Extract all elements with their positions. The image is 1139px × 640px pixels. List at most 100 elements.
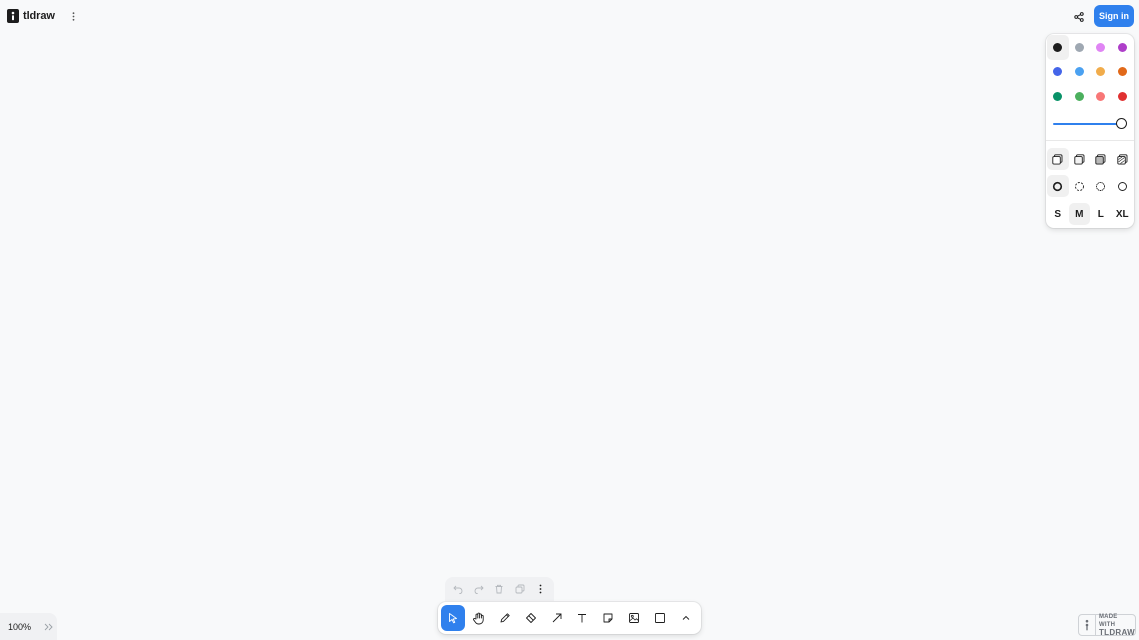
drawing-canvas[interactable]: [0, 0, 1139, 640]
color-swatch-violet[interactable]: [1112, 35, 1134, 60]
tool-draw[interactable]: [493, 605, 517, 631]
color-swatch-light-violet[interactable]: [1090, 35, 1112, 60]
style-panel: S M L XL: [1046, 34, 1134, 228]
color-swatch-green[interactable]: [1047, 84, 1069, 109]
watermark-line2: TLDRAW: [1098, 628, 1135, 637]
undo-button[interactable]: [449, 580, 467, 598]
minimap-toggle-button[interactable]: [44, 623, 53, 631]
tool-eraser[interactable]: [519, 605, 543, 631]
size-option-m[interactable]: M: [1068, 203, 1090, 225]
tool-hand[interactable]: [467, 605, 491, 631]
dash-dotted-button[interactable]: [1090, 175, 1112, 197]
quick-actions-bar: [445, 577, 554, 601]
tool-select[interactable]: [441, 605, 465, 631]
tool-text[interactable]: [571, 605, 595, 631]
color-swatch-orange[interactable]: [1112, 60, 1134, 85]
undo-icon: [453, 585, 463, 594]
rectangle-icon: [655, 613, 666, 623]
opacity-thumb[interactable]: [1115, 118, 1127, 129]
dash-dashed-button[interactable]: [1069, 175, 1091, 197]
color-swatch-blue[interactable]: [1047, 60, 1069, 85]
color-swatch-yellow[interactable]: [1090, 60, 1112, 85]
fill-solid-button[interactable]: [1090, 148, 1112, 170]
size-label: M: [1075, 208, 1084, 220]
zoom-controls: 100%: [0, 613, 57, 640]
chevron-up-icon: [682, 615, 690, 620]
tool-media[interactable]: [622, 605, 646, 631]
color-dot-yellow: [1096, 67, 1106, 77]
note-icon: [603, 613, 613, 623]
color-swatch-light-red[interactable]: [1090, 84, 1112, 109]
app-name: tldraw: [23, 10, 55, 22]
made-with-tldraw-badge[interactable]: MADE WITH TLDRAW: [1078, 614, 1136, 637]
zoom-level[interactable]: 100%: [8, 622, 31, 632]
dash-dotted-icon: [1096, 181, 1106, 191]
tool-rectangle[interactable]: [648, 605, 672, 631]
image-icon: [629, 613, 640, 623]
color-dot-light-blue: [1074, 67, 1084, 77]
share-button[interactable]: [1070, 8, 1088, 26]
color-swatch-light-blue[interactable]: [1069, 60, 1091, 85]
fill-pattern-icon: [1117, 153, 1128, 165]
color-dot-black: [1053, 42, 1063, 52]
size-option-s[interactable]: S: [1047, 203, 1069, 225]
size-label: L: [1097, 208, 1104, 220]
opacity-track: [1053, 123, 1122, 125]
eraser-icon: [525, 613, 536, 623]
fill-none-icon: [1052, 153, 1063, 165]
redo-icon: [474, 585, 484, 594]
text-icon: [578, 614, 587, 623]
sign-in-button[interactable]: Sign in: [1094, 5, 1134, 27]
fill-semi-button[interactable]: [1069, 148, 1091, 170]
fill-options: [1047, 148, 1133, 170]
dash-options: [1047, 175, 1133, 197]
dash-solid-icon: [1117, 181, 1127, 191]
dash-draw-button[interactable]: [1047, 175, 1069, 197]
trash-icon: [495, 584, 503, 594]
color-dot-orange: [1117, 67, 1127, 77]
color-swatch-grey[interactable]: [1069, 35, 1091, 60]
delete-button[interactable]: [490, 580, 508, 598]
opacity-slider[interactable]: [1053, 118, 1127, 130]
color-dot-light-green: [1074, 91, 1084, 101]
main-menu-button[interactable]: [70, 9, 78, 23]
size-label: S: [1054, 208, 1062, 220]
size-label: XL: [1115, 208, 1129, 220]
color-dot-violet: [1117, 42, 1127, 52]
duplicate-icon: [515, 584, 525, 594]
color-swatches: [1047, 35, 1133, 109]
color-dot-blue: [1053, 67, 1063, 77]
size-option-l[interactable]: L: [1090, 203, 1112, 225]
dash-draw-icon: [1053, 181, 1063, 191]
fill-solid-icon: [1095, 153, 1106, 165]
dash-solid-button[interactable]: [1112, 175, 1134, 197]
fill-pattern-button[interactable]: [1112, 148, 1134, 170]
color-swatch-red[interactable]: [1112, 84, 1134, 109]
tool-note[interactable]: [597, 605, 621, 631]
select-icon: [448, 613, 457, 624]
pencil-icon: [500, 613, 510, 623]
color-swatch-light-green[interactable]: [1069, 84, 1091, 109]
size-options: S M L XL: [1047, 203, 1133, 225]
tldraw-logo-icon: [7, 9, 19, 23]
more-actions-button[interactable]: [532, 580, 550, 598]
watermark-line1: MADE WITH: [1098, 614, 1118, 628]
more-tools-button[interactable]: [674, 605, 698, 631]
color-dot-light-violet: [1096, 42, 1106, 52]
size-option-xl[interactable]: XL: [1112, 203, 1134, 225]
chevron-double-right-icon: [44, 623, 53, 630]
share-icon: [1074, 12, 1084, 22]
tool-arrow[interactable]: [545, 605, 569, 631]
fill-semi-icon: [1074, 153, 1085, 165]
color-swatch-black[interactable]: [1047, 35, 1069, 60]
vertical-dots-icon: [72, 11, 75, 21]
color-dot-red: [1117, 91, 1127, 101]
duplicate-button[interactable]: [511, 580, 529, 598]
app-brand: tldraw: [7, 8, 78, 24]
redo-button[interactable]: [470, 580, 488, 598]
fill-none-button[interactable]: [1047, 148, 1069, 170]
more-icon: [539, 584, 542, 594]
main-toolbar: [438, 602, 701, 634]
color-dot-grey: [1074, 42, 1084, 52]
color-dot-light-red: [1096, 91, 1106, 101]
